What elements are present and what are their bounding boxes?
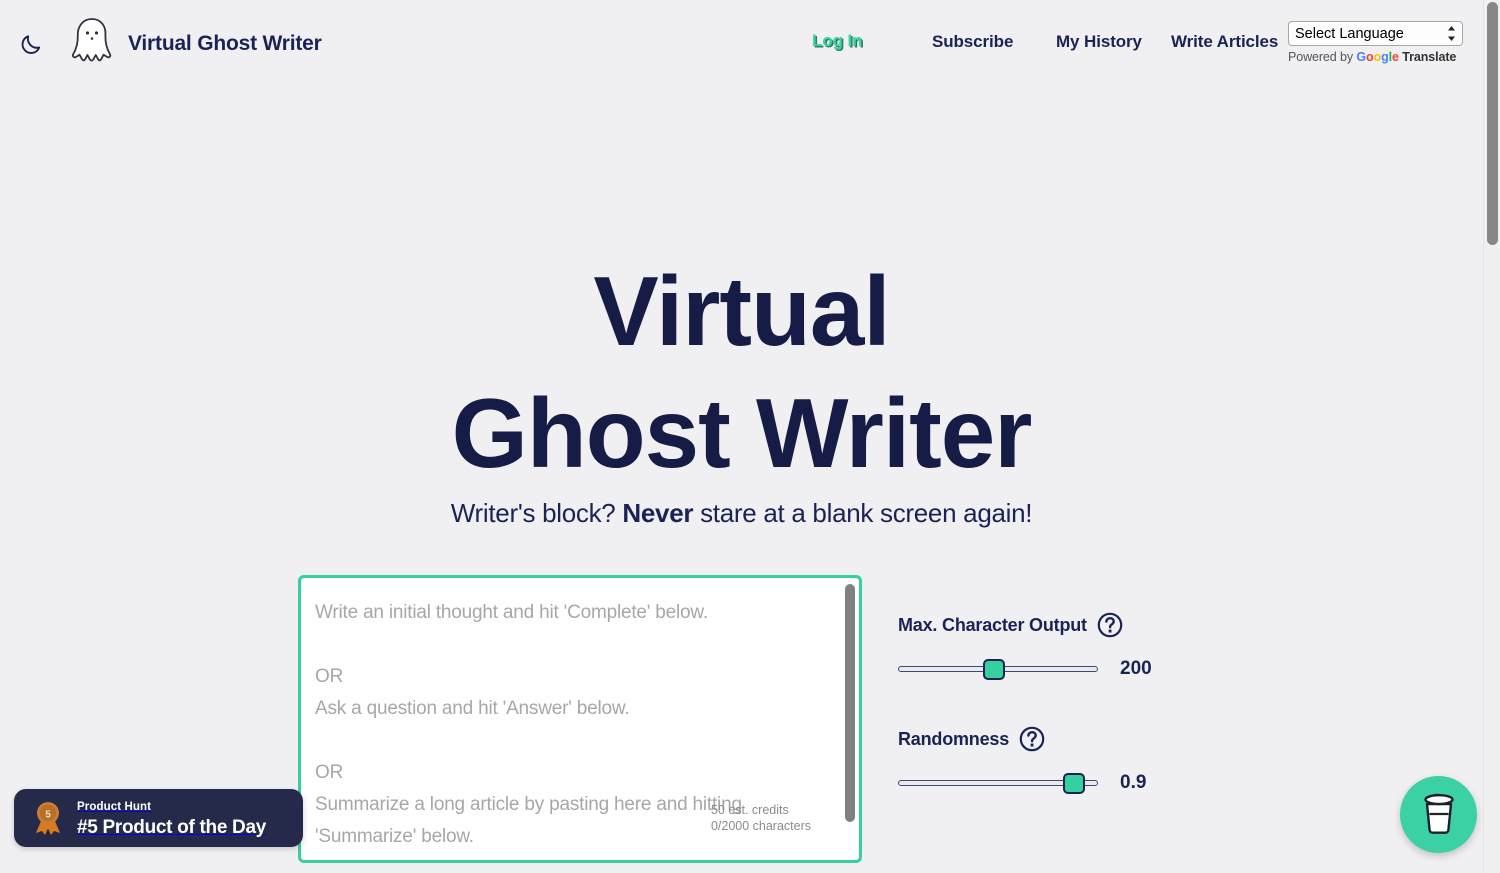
language-select[interactable]: Select Language [1288, 21, 1463, 46]
control-max-character-output: Max. Character Output 200 [898, 612, 1198, 682]
character-counter: 0/2000 characters [710, 819, 811, 833]
nav-link-write-articles[interactable]: Write Articles [1171, 32, 1278, 52]
product-hunt-rank: #5 Product of the Day [77, 816, 267, 838]
max-character-output-slider[interactable] [898, 656, 1098, 682]
brand[interactable]: Virtual Ghost Writer [66, 16, 322, 72]
textarea-scrollbar-thumb[interactable] [845, 584, 855, 822]
buy-me-a-coffee-button[interactable] [1400, 776, 1477, 853]
translate-word: Translate [1402, 50, 1457, 64]
max-character-output-value: 200 [1120, 658, 1152, 679]
powered-by-google-translate: Powered by Google Translate [1288, 50, 1463, 64]
nav-link-my-history[interactable]: My History [1056, 32, 1142, 52]
slider-thumb[interactable] [1063, 773, 1085, 794]
nav-link-subscribe[interactable]: Subscribe [932, 32, 1013, 52]
subtitle-part-1: Writer's block? [450, 498, 623, 528]
slider-thumb[interactable] [983, 659, 1005, 680]
max-character-output-label: Max. Character Output [898, 614, 1087, 635]
composer-meta: 50 est. credits 0/2000 characters [711, 802, 811, 834]
control-randomness: Randomness 0.9 [898, 726, 1198, 796]
question-circle-icon[interactable] [1097, 612, 1123, 638]
credits-estimate: 50 est. credits [710, 803, 789, 817]
page-title-line-2: Ghost Writer [451, 378, 1033, 488]
subtitle-part-2: stare at a blank screen again! [693, 498, 1033, 528]
randomness-value: 0.9 [1120, 772, 1147, 793]
nav-link-login[interactable]: Log In [812, 31, 862, 51]
randomness-label: Randomness [898, 728, 1010, 749]
question-circle-icon[interactable] [1019, 726, 1045, 752]
product-hunt-text: Product Hunt #5 Product of the Day [77, 798, 266, 838]
product-hunt-label: Product Hunt [77, 801, 152, 814]
generation-controls: Max. Character Output 200 Randomness 0.9 [898, 612, 1198, 840]
product-hunt-badge[interactable]: 5 Product Hunt #5 Product of the Day [14, 789, 303, 847]
main-nav: Log In Subscribe My History Write Articl… [800, 31, 1300, 61]
ghost-icon [66, 16, 118, 72]
page-title: Virtual Ghost Writer [0, 250, 1483, 494]
moon-icon[interactable] [19, 31, 45, 57]
powered-by-text: Powered by [1288, 50, 1354, 64]
prompt-textarea[interactable]: Write an initial thought and hit 'Comple… [298, 575, 862, 863]
svg-text:5: 5 [45, 810, 51, 821]
brand-name: Virtual Ghost Writer [128, 32, 322, 55]
subtitle-emphasis: Never [622, 498, 694, 528]
site-header: Virtual Ghost Writer Log In Subscribe My… [0, 0, 1483, 88]
randomness-slider[interactable] [898, 770, 1098, 796]
coffee-cup-icon [1418, 790, 1460, 839]
page-subtitle: Writer's block? Never stare at a blank s… [0, 498, 1483, 529]
google-wordmark: Google [1356, 50, 1399, 64]
page-scrollbar[interactable] [1483, 0, 1500, 873]
page-scrollbar-thumb[interactable] [1487, 2, 1498, 245]
google-translate-widget: Select Language Powered by Google Transl… [1288, 21, 1463, 64]
medal-icon: 5 [32, 800, 64, 836]
page-title-line-1: Virtual [593, 256, 890, 366]
